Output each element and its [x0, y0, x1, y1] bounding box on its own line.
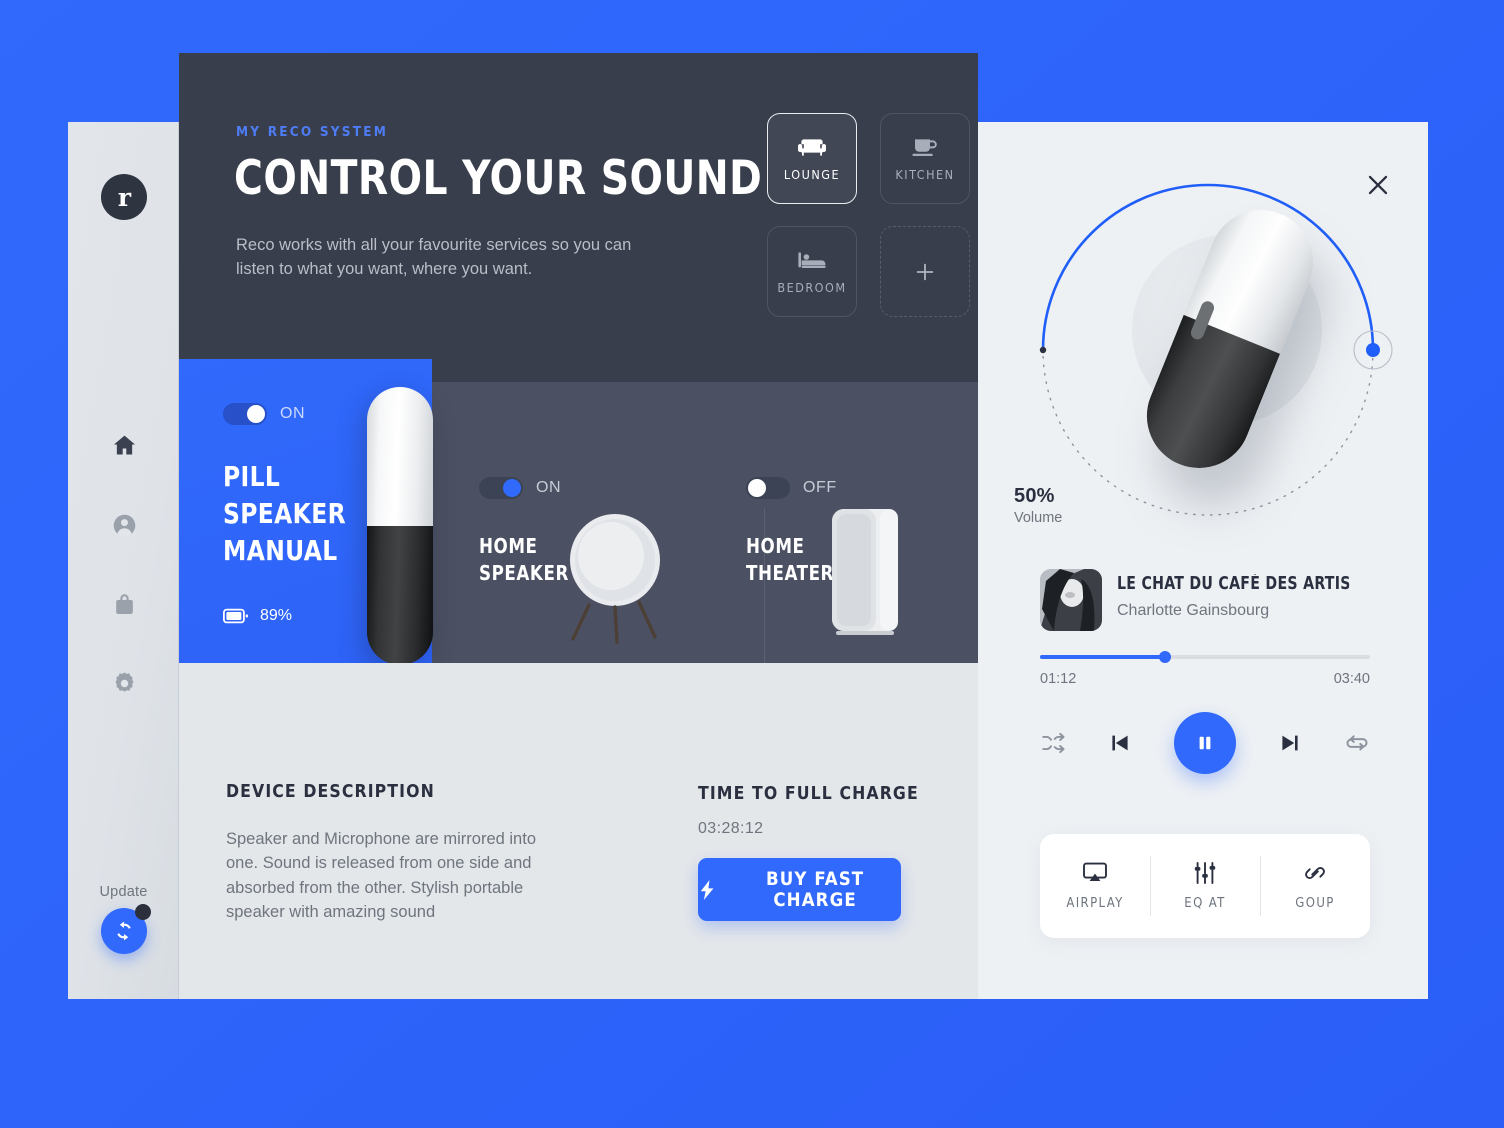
hero-section: MY RECO SYSTEM CONTROL YOUR SOUND Reco w… [179, 53, 978, 382]
pill-device-name: PILL SPEAKER MANUAL [223, 460, 346, 568]
track-artist: Charlotte Gainsbourg [1117, 602, 1270, 619]
pill-battery-value: 89% [260, 607, 293, 624]
room-tile-kitchen[interactable]: KITCHEN [880, 113, 970, 204]
bolt-icon [700, 879, 714, 900]
track-title: LE CHAT DU CAFÉ DES ARTISTES (O... [1117, 574, 1349, 594]
hero-subtitle: Reco works with all your favourite servi… [236, 236, 632, 279]
home-speaker-power-row: ON [479, 477, 749, 499]
room-label: LOUNGE [783, 166, 841, 182]
pill-battery: 89% [223, 607, 292, 625]
room-tile-bedroom[interactable]: BEDROOM [767, 226, 857, 317]
charge-title: TIME TO FULL CHARGE [698, 784, 919, 804]
charge-time: 03:28:12 [698, 820, 764, 837]
home-speaker-toggle[interactable] [479, 477, 523, 499]
description-body: Speaker and Microphone are mirrored into… [226, 830, 536, 921]
pill-power-toggle[interactable] [223, 403, 267, 425]
app-logo[interactable]: r [101, 174, 147, 220]
update-label: Update [99, 884, 148, 900]
info-section: DEVICE DESCRIPTION Speaker and Microphon… [179, 663, 978, 999]
bag-icon [115, 593, 133, 614]
gear-icon [115, 671, 133, 692]
volume-dial[interactable]: 50% Volume [1000, 160, 1408, 590]
link-icon [1305, 867, 1325, 879]
time-total: 03:40 [1333, 671, 1370, 687]
repeat-icon [1346, 735, 1368, 751]
volume-label: Volume [1014, 510, 1063, 526]
battery-icon [223, 608, 248, 624]
app-window: r Update 50% Volume LE CHAT DU CAFÉ DES … [68, 53, 1428, 999]
pill-power-state: ON [280, 405, 306, 422]
home-icon [113, 435, 135, 454]
update-button[interactable] [100, 904, 151, 954]
transport-controls [1040, 712, 1370, 774]
devices-strip: ON PILL SPEAKER MANUAL 89% ON HOME SPEAK… [179, 359, 978, 686]
player-actions: AIRPLAY EQ AT GOUP [1040, 834, 1370, 938]
eq-label: EQ AT [1184, 896, 1226, 911]
home-theater-power-row: OFF [746, 477, 1016, 499]
pill-power-row: ON [223, 403, 305, 425]
tower-speaker-image [832, 509, 898, 635]
hero-eyebrow: MY RECO SYSTEM [236, 124, 388, 140]
play-pause-button[interactable] [1174, 712, 1236, 774]
update-notification-dot [134, 904, 151, 920]
volume-value: 50% [1014, 485, 1055, 507]
home-speaker-state: ON [536, 479, 562, 496]
progress-row: 01:12 03:40 [1040, 651, 1370, 687]
pause-icon [1199, 736, 1211, 750]
bed-icon [798, 251, 826, 268]
page-title: CONTROL YOUR SOUND [234, 151, 763, 206]
progress-slider[interactable] [1040, 651, 1370, 663]
next-button[interactable] [1278, 731, 1302, 755]
shuffle-button[interactable] [1040, 730, 1066, 756]
repeat-button[interactable] [1344, 730, 1370, 756]
plus-icon [916, 263, 934, 280]
airplay-icon [1083, 862, 1107, 881]
cup-icon [912, 138, 937, 156]
home-theater-state: OFF [803, 479, 837, 496]
sidebar-item-settings[interactable] [107, 666, 141, 700]
sidebar: r Update [68, 122, 179, 999]
airplay-label: AIRPLAY [1066, 896, 1124, 911]
update-section: Update [68, 884, 179, 959]
refresh-icon [116, 921, 131, 941]
sidebar-item-account[interactable] [107, 508, 141, 542]
airplay-button[interactable]: AIRPLAY [1040, 834, 1150, 938]
player-panel: 50% Volume LE CHAT DU CAFÉ DES ARTISTES … [978, 122, 1428, 999]
home-theater-toggle[interactable] [746, 477, 790, 499]
group-button[interactable]: GOUP [1260, 834, 1370, 938]
sidebar-item-home[interactable] [107, 428, 141, 462]
previous-icon [1112, 735, 1128, 751]
room-tile-add[interactable] [880, 226, 970, 317]
main-panel: MY RECO SYSTEM CONTROL YOUR SOUND Reco w… [179, 53, 978, 999]
description-title: DEVICE DESCRIPTION [226, 782, 435, 802]
room-label: KITCHEN [895, 166, 955, 182]
shuffle-icon [1042, 732, 1065, 754]
buy-fast-charge-label: BUY FAST CHARGE [765, 868, 865, 911]
buy-fast-charge-button[interactable]: BUY FAST CHARGE [698, 858, 901, 921]
device-card-pill[interactable]: ON PILL SPEAKER MANUAL 89% [179, 359, 433, 686]
sofa-icon [798, 138, 826, 156]
album-cover-image [1040, 569, 1102, 631]
eq-button[interactable]: EQ AT [1150, 834, 1260, 938]
room-label: BEDROOM [777, 279, 847, 295]
sidebar-item-shop[interactable] [107, 587, 141, 621]
group-label: GOUP [1295, 896, 1335, 911]
equalizer-icon [1194, 862, 1216, 884]
previous-button[interactable] [1108, 731, 1132, 755]
progress-fill [1040, 655, 1166, 659]
pill-speaker-image [367, 387, 433, 665]
round-speaker-image [570, 514, 660, 644]
user-icon [113, 514, 135, 537]
room-tile-lounge[interactable]: LOUNGE [767, 113, 857, 204]
next-icon [1282, 735, 1298, 751]
progress-knob[interactable] [1159, 651, 1172, 663]
time-elapsed: 01:12 [1040, 671, 1077, 687]
